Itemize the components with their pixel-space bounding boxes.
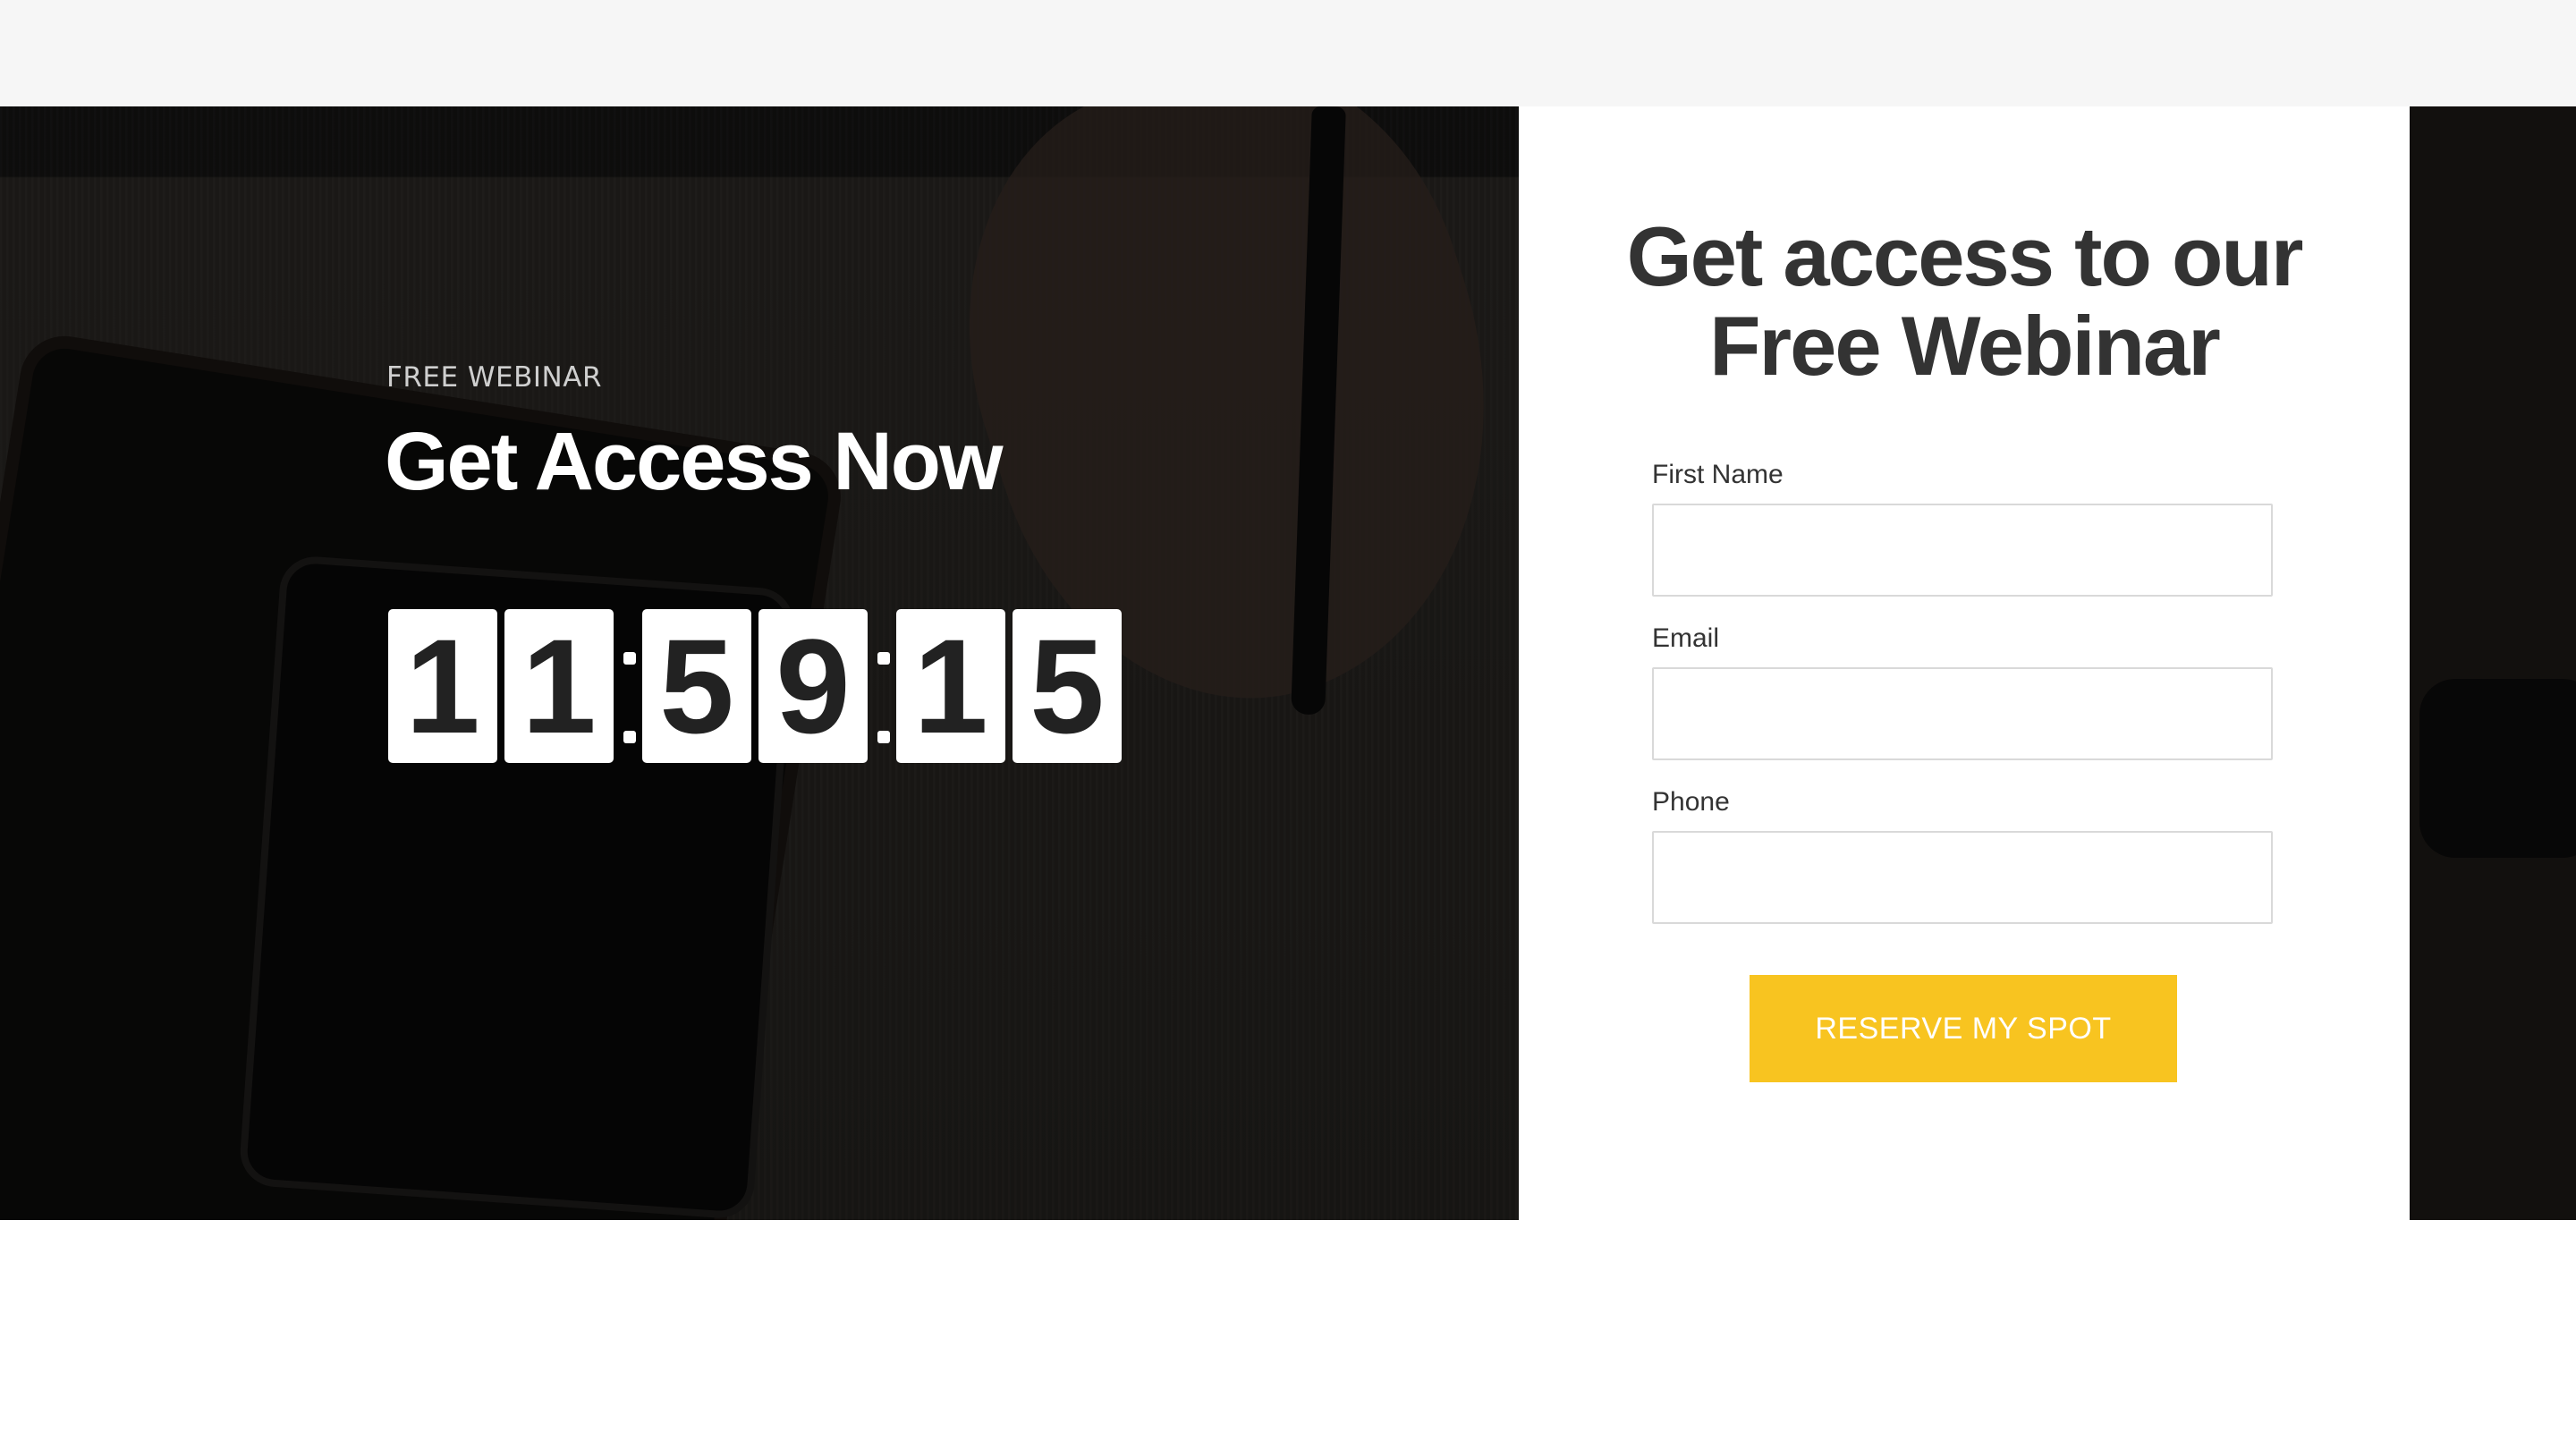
- form-title: Get access to our Free Webinar: [1519, 212, 2410, 391]
- countdown-timer: 1 1 5 9 1 5: [388, 609, 1129, 763]
- phone-label: Phone: [1652, 787, 1730, 817]
- first-name-label: First Name: [1652, 460, 1784, 489]
- first-name-field[interactable]: [1652, 504, 2273, 597]
- reserve-spot-button[interactable]: RESERVE MY SPOT: [1750, 975, 2177, 1082]
- hero-headline: Get Access Now: [385, 416, 1004, 507]
- countdown-hour-tens: 1: [388, 609, 497, 763]
- email-label: Email: [1652, 623, 1720, 653]
- countdown-second-ones: 5: [1013, 609, 1122, 763]
- countdown-second-tens: 1: [896, 609, 1005, 763]
- countdown-minute-tens: 5: [642, 609, 751, 763]
- countdown-separator: [617, 609, 640, 763]
- countdown-separator: [871, 609, 894, 763]
- top-bar: [0, 0, 2576, 106]
- countdown-hour-ones: 1: [504, 609, 614, 763]
- form-title-line1: Get access to our: [1626, 209, 2304, 303]
- webinar-eyebrow: FREE WEBINAR: [386, 361, 602, 394]
- countdown-minute-ones: 9: [758, 609, 868, 763]
- form-title-line2: Free Webinar: [1709, 299, 2221, 393]
- email-field[interactable]: [1652, 667, 2273, 760]
- phone-field[interactable]: [1652, 831, 2273, 924]
- signup-form-panel: Get access to our Free Webinar First Nam…: [1519, 106, 2410, 1220]
